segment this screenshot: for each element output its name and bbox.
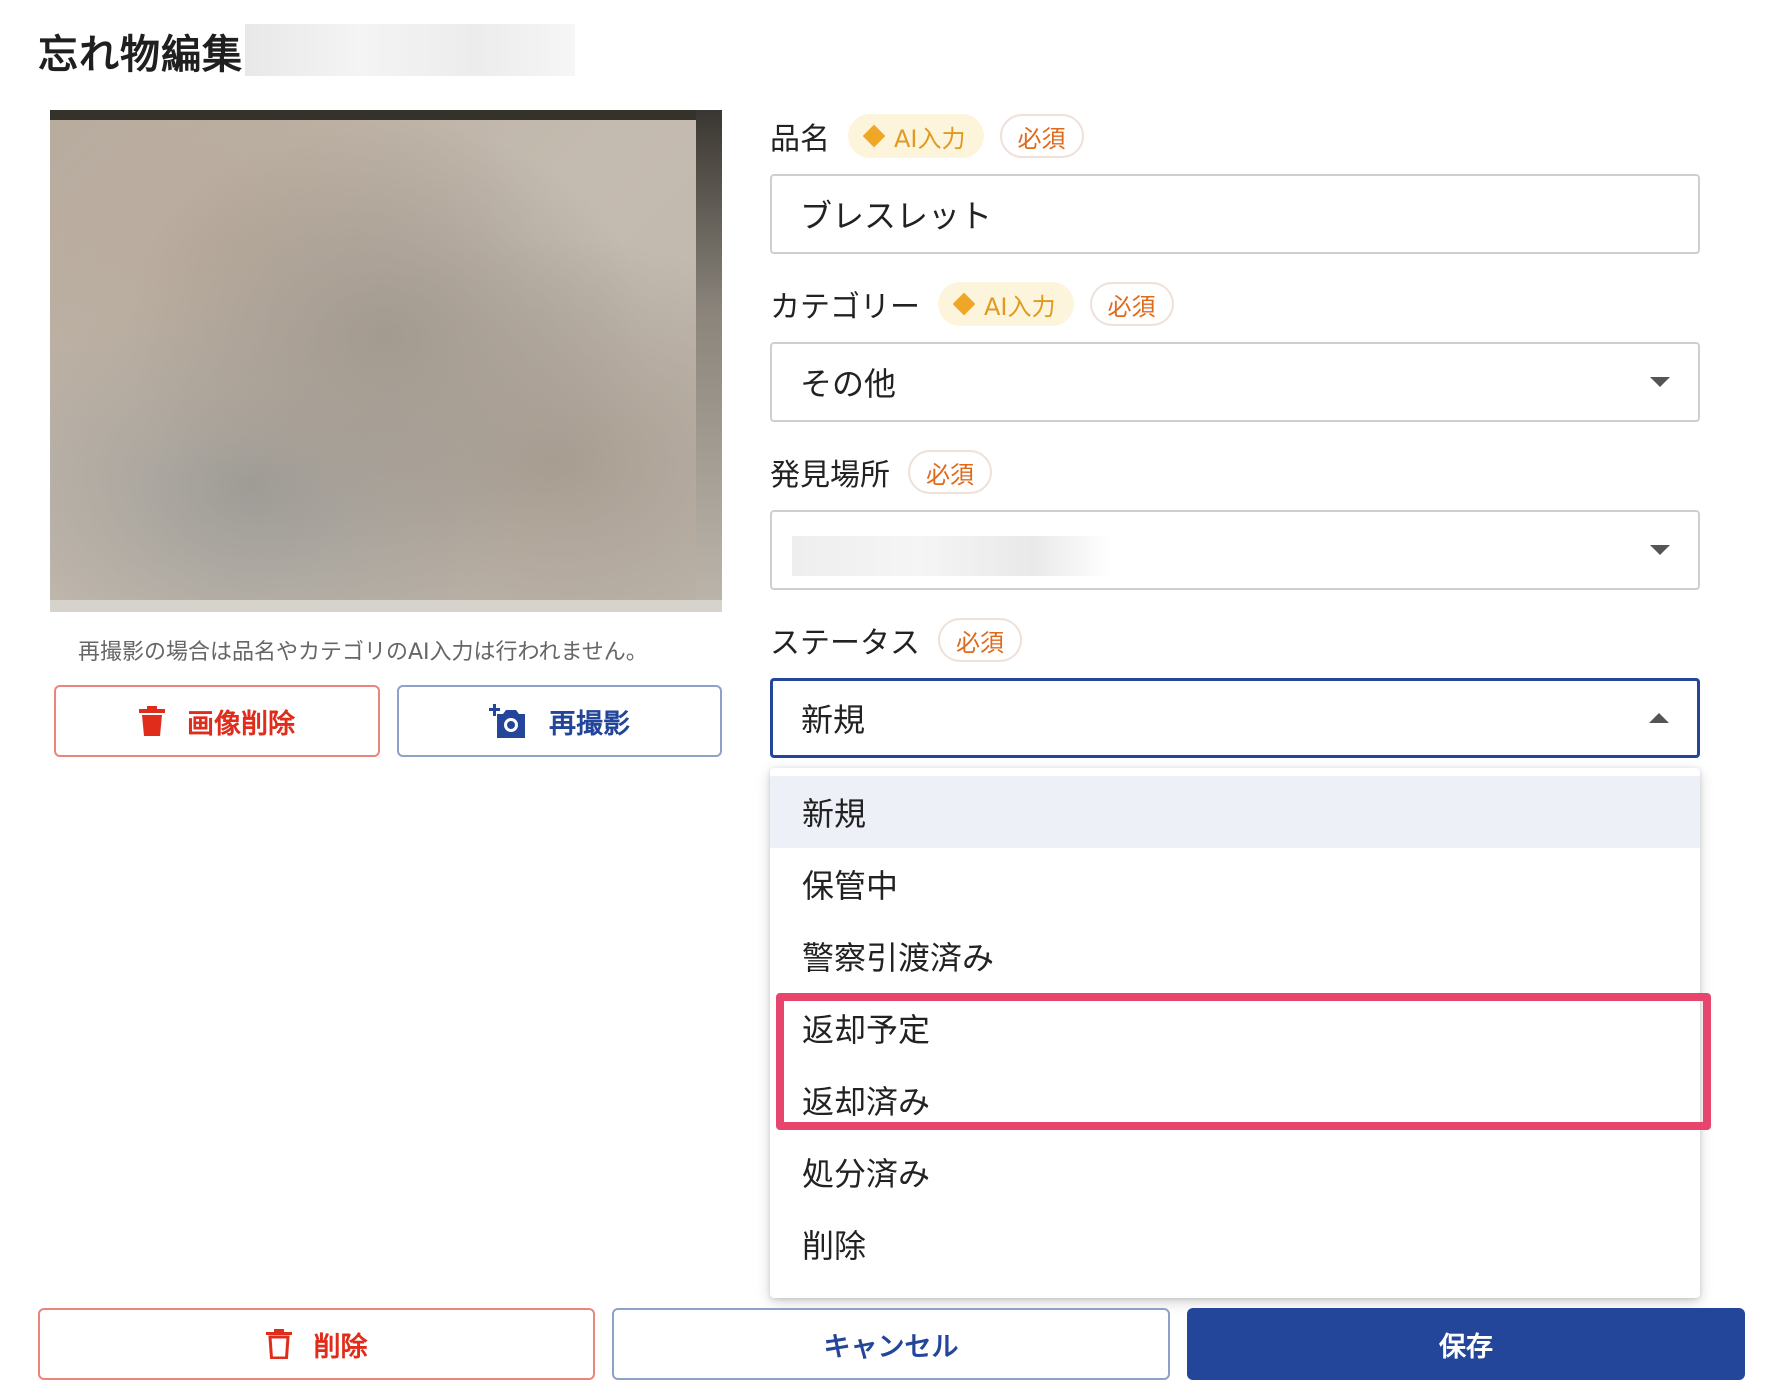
status-label-row: ステータス 必須 — [770, 618, 1022, 662]
status-value: 新規 — [801, 701, 866, 739]
category-value: その他 — [800, 365, 897, 403]
chevron-up-icon — [1649, 713, 1669, 723]
diamond-icon — [952, 292, 976, 316]
delete-image-button[interactable]: 画像削除 — [54, 685, 380, 757]
photo-edge — [50, 600, 722, 612]
required-badge: 必須 — [1089, 282, 1174, 326]
cancel-label: キャンセル — [823, 1331, 959, 1363]
required-badge: 必須 — [999, 114, 1084, 158]
delete-image-label: 画像削除 — [187, 708, 295, 740]
status-option-deleted[interactable]: 削除 — [770, 1208, 1700, 1280]
required-badge: 必須 — [908, 450, 992, 494]
required-badge: 必須 — [938, 618, 1022, 662]
diamond-icon — [862, 124, 886, 148]
location-select[interactable] — [770, 510, 1700, 590]
status-option-stored[interactable]: 保管中 — [770, 848, 1700, 920]
location-label-row: 発見場所 必須 — [770, 450, 992, 494]
lost-item-edit-page: 忘れ物編集 再撮影の場合は品名やカテゴリのAI入力は行われません。 画像削除 再… — [0, 0, 1766, 1394]
ai-badge-text: AI入力 — [984, 292, 1056, 321]
category-label-row: カテゴリー AI入力 必須 — [770, 282, 1174, 326]
status-label: ステータス — [770, 626, 920, 661]
item-name-label-row: 品名 AI入力 必須 — [770, 114, 1084, 158]
status-option-handed-to-police[interactable]: 警察引渡済み — [770, 920, 1700, 992]
photo-edge — [50, 110, 722, 120]
redacted-location-value — [792, 536, 1112, 576]
item-name-input[interactable]: ブレスレット — [770, 174, 1700, 254]
trash-icon — [139, 706, 165, 736]
status-select[interactable]: 新規 — [770, 678, 1700, 758]
status-option-new[interactable]: 新規 — [770, 776, 1700, 848]
page-title: 忘れ物編集 — [38, 32, 243, 78]
retake-label: 再撮影 — [549, 708, 630, 740]
ai-input-badge: AI入力 — [938, 282, 1074, 326]
cancel-button[interactable]: キャンセル — [612, 1308, 1170, 1380]
status-option-disposed[interactable]: 処分済み — [770, 1136, 1700, 1208]
location-label: 発見場所 — [770, 458, 890, 493]
retake-note: 再撮影の場合は品名やカテゴリのAI入力は行われません。 — [78, 640, 648, 665]
item-photo — [50, 110, 722, 612]
category-select[interactable]: その他 — [770, 342, 1700, 422]
item-name-label: 品名 — [770, 122, 830, 157]
ai-input-badge: AI入力 — [848, 114, 984, 158]
delete-button[interactable]: 削除 — [38, 1308, 595, 1380]
add-camera-icon — [489, 704, 527, 738]
save-button[interactable]: 保存 — [1187, 1308, 1745, 1380]
chevron-down-icon — [1650, 545, 1670, 555]
delete-label: 削除 — [313, 1331, 368, 1363]
retake-photo-button[interactable]: 再撮影 — [397, 685, 722, 757]
save-label: 保存 — [1439, 1331, 1493, 1363]
ai-badge-text: AI入力 — [894, 124, 966, 153]
chevron-down-icon — [1650, 377, 1670, 387]
photo-edge — [696, 110, 722, 612]
redacted-title-suffix — [245, 24, 575, 76]
trash-outline-icon — [265, 1329, 292, 1359]
highlight-annotation — [776, 993, 1711, 1130]
category-label: カテゴリー — [770, 290, 920, 325]
